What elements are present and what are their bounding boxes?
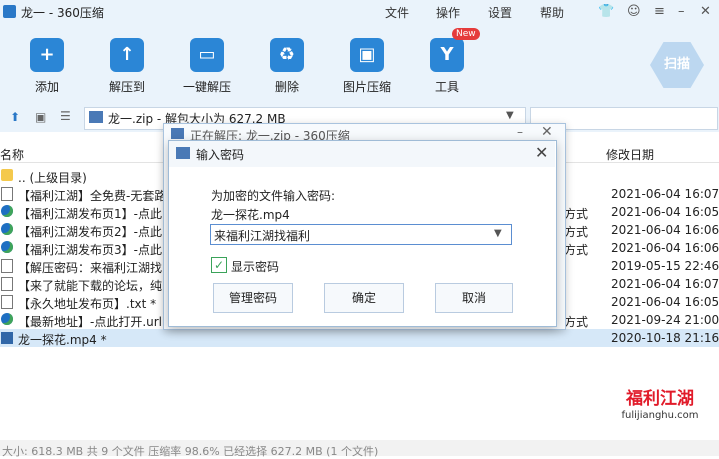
watermark-logo: 福利江湖: [626, 389, 694, 409]
file-name: 【福利江湖】全免费-无套路: [18, 189, 167, 203]
globe-icon: [1, 241, 13, 253]
text-file-icon: [1, 259, 13, 273]
window-title: 龙一 - 360压缩: [21, 6, 104, 20]
text-file-icon: [1, 187, 13, 201]
video-file-icon: [1, 332, 13, 344]
one-click-extract-button[interactable]: ▭ 一键解压: [171, 38, 243, 95]
text-file-icon: [1, 295, 13, 309]
feedback-icon[interactable]: ☺: [627, 4, 641, 19]
file-name: 【来了就能下载的论坛，纯: [18, 279, 163, 293]
file-date: 2021-06-04 16:05: [611, 295, 719, 309]
show-password-label[interactable]: 显示密码: [231, 258, 279, 275]
globe-icon: [1, 223, 13, 235]
file-name: 【永久地址发布页】.txt *: [18, 297, 157, 311]
cancel-button[interactable]: 取消: [435, 283, 513, 313]
delete-label: 删除: [274, 80, 299, 94]
menu-help[interactable]: 帮助: [540, 4, 564, 21]
menu-operate[interactable]: 操作: [436, 4, 460, 21]
one-click-extract-label: 一键解压: [182, 80, 231, 94]
menu-icon[interactable]: ≡: [654, 4, 665, 19]
up-icon[interactable]: ⬆: [10, 110, 20, 124]
image-compress-label: 图片压缩: [342, 80, 391, 94]
thumbnail-view-icon[interactable]: ▣: [35, 110, 46, 124]
password-dialog-title: 输入密码: [196, 148, 245, 162]
zip-icon: [89, 111, 103, 123]
file-type: 方式: [564, 315, 589, 329]
add-button[interactable]: + 添加: [11, 38, 83, 95]
address-dropdown-icon[interactable]: ▼: [506, 110, 514, 121]
minimize-icon[interactable]: –: [678, 4, 685, 19]
ok-button[interactable]: 确定: [324, 283, 404, 313]
app-icon: [3, 5, 16, 18]
column-date[interactable]: 修改日期: [606, 146, 654, 163]
file-date: 2021-06-04 16:05: [611, 205, 719, 219]
menu-settings[interactable]: 设置: [488, 4, 512, 21]
file-name: 【福利江湖发布页2】-点此: [18, 225, 162, 239]
file-name: .. (上级目录): [18, 171, 87, 185]
image-compress-icon: ▣: [350, 38, 384, 72]
file-date: 2021-06-04 16:06: [611, 241, 719, 255]
extract-to-button[interactable]: ↑ 解压到: [91, 38, 163, 95]
file-row-selected[interactable]: 龙一探花.mp4 * 2020-10-18 21:16: [0, 329, 719, 347]
file-name: 【福利江湖发布页1】-点此: [18, 207, 162, 221]
trash-icon: ♻: [270, 38, 304, 72]
file-date: 2019-05-15 22:46: [611, 259, 719, 273]
file-name: 【最新地址】-点此打开.url: [18, 315, 163, 329]
skin-icon[interactable]: 👕: [598, 4, 614, 19]
text-file-icon: [1, 277, 13, 291]
file-date: 2021-06-04 16:06: [611, 223, 719, 237]
manage-password-button[interactable]: 管理密码: [213, 283, 293, 313]
tools-label: 工具: [434, 80, 459, 94]
folder-icon: [1, 169, 13, 181]
file-date: 2020-10-18 21:16: [611, 331, 719, 345]
extract-to-label: 解压到: [108, 80, 145, 94]
file-type: 方式: [564, 225, 589, 239]
zip-icon: [171, 128, 184, 139]
add-icon: +: [30, 38, 64, 72]
chevron-down-icon[interactable]: ▼: [494, 228, 502, 239]
file-name: 【福利江湖发布页3】-点此: [18, 243, 162, 257]
encrypted-filename: 龙一探花.mp4: [211, 208, 290, 222]
close-icon[interactable]: ✕: [541, 124, 553, 140]
close-icon[interactable]: ✕: [700, 4, 711, 19]
tools-icon: Y: [430, 38, 464, 72]
file-name: 【解压密码：来福利江湖找: [18, 261, 163, 275]
list-view-icon[interactable]: ☰: [60, 109, 71, 123]
file-date: 2021-06-04 16:07: [611, 187, 719, 201]
file-date: 2021-09-24 21:00: [611, 313, 719, 327]
file-date: 2021-06-04 16:07: [611, 277, 719, 291]
close-icon[interactable]: ✕: [535, 143, 548, 162]
tools-button[interactable]: Y 工具: [411, 38, 483, 95]
password-value: 来福利江湖找福利: [214, 229, 311, 243]
watermark-url: fulijianghu.com: [621, 410, 699, 421]
extract-to-icon: ↑: [110, 38, 144, 72]
menu-file[interactable]: 文件: [385, 4, 409, 21]
globe-icon: [1, 205, 13, 217]
status-text: 大小: 618.3 MB 共 9 个文件 压缩率 98.6% 已经选择 627.…: [2, 445, 379, 458]
file-type: 方式: [564, 207, 589, 221]
column-name[interactable]: 名称: [0, 146, 24, 163]
one-click-extract-icon: ▭: [190, 38, 224, 72]
new-badge: New: [452, 28, 480, 40]
delete-button[interactable]: ♻ 删除: [251, 38, 323, 95]
add-label: 添加: [34, 80, 59, 94]
image-compress-button[interactable]: ▣ 图片压缩: [331, 38, 403, 95]
zip-icon: [176, 147, 190, 159]
minimize-icon[interactable]: –: [517, 125, 523, 139]
file-type: 方式: [564, 243, 589, 257]
show-password-checkbox[interactable]: ✓: [211, 257, 227, 273]
password-prompt: 为加密的文件输入密码:: [211, 189, 336, 203]
file-name: 龙一探花.mp4 *: [18, 333, 107, 347]
globe-icon: [1, 313, 13, 325]
